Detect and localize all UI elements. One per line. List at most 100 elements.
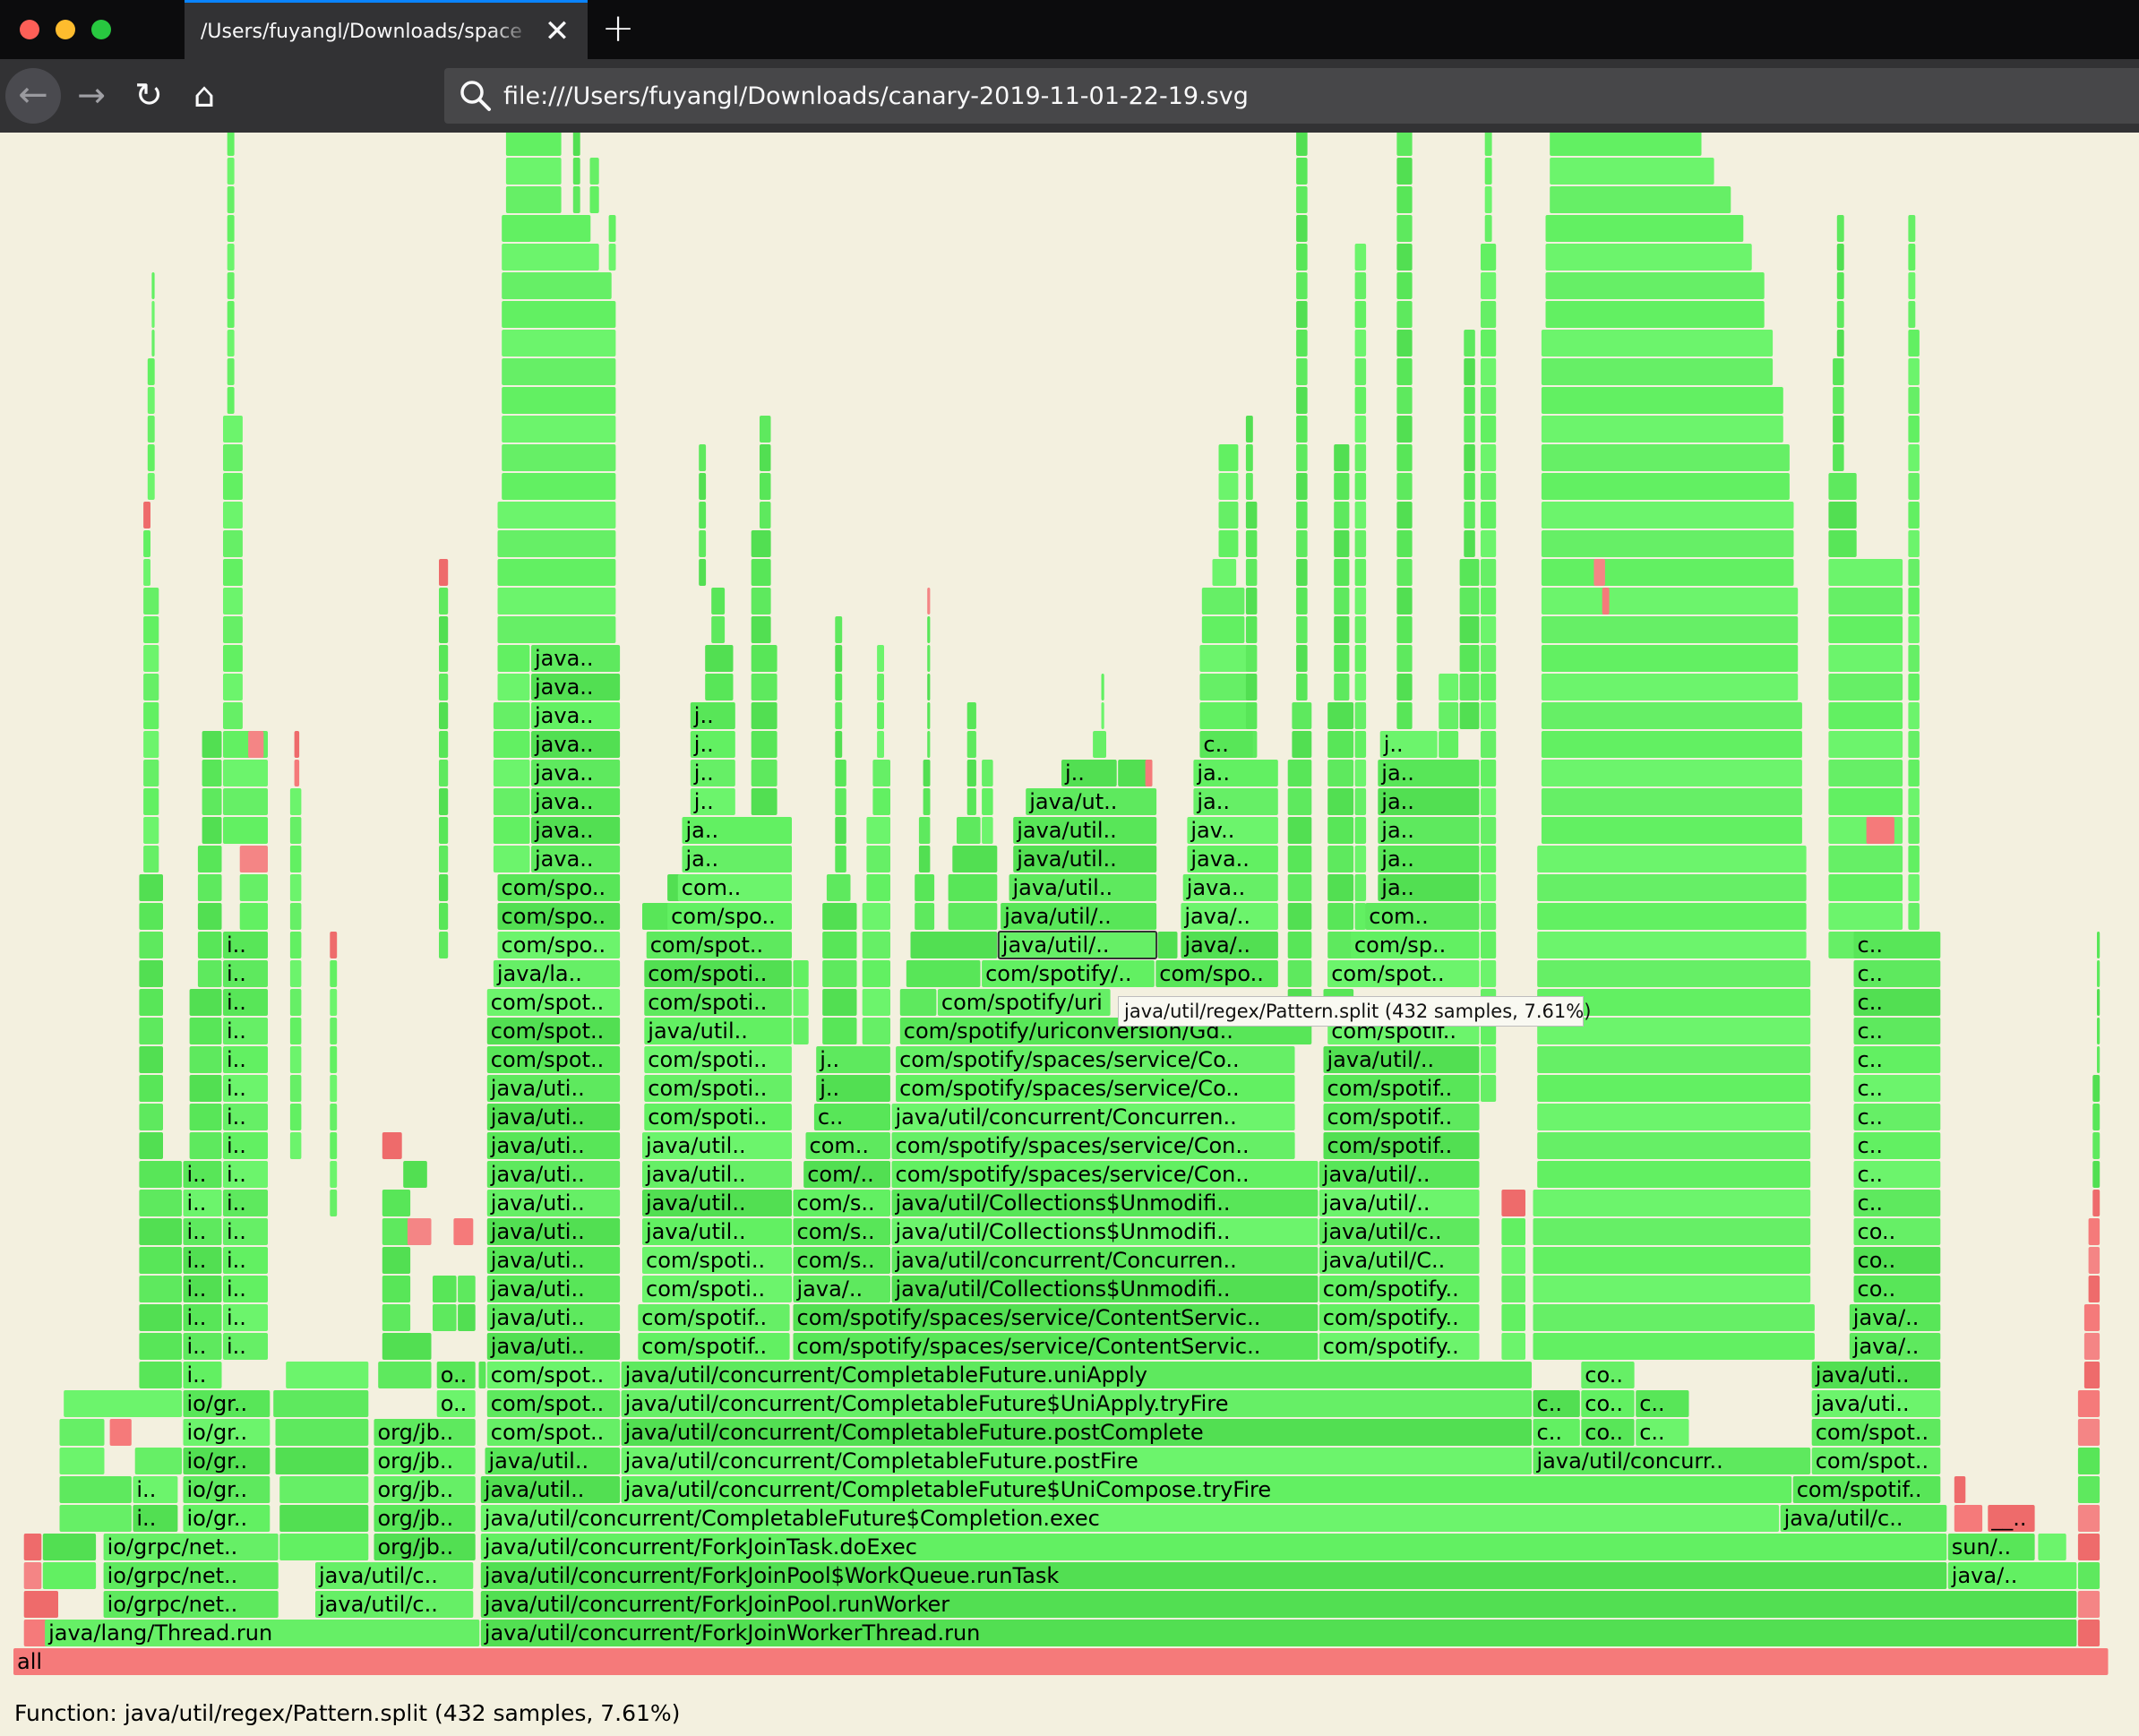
frame-label-64: com/spotif.. — [641, 1305, 768, 1330]
frame-label-130: com/spot.. — [490, 1047, 605, 1072]
forward-arrow-icon[interactable]: → — [66, 70, 116, 120]
frame-label-58: com/spotify/spaces/service/ContentServic… — [796, 1334, 1261, 1359]
frame-label-131: com/spoti.. — [648, 1047, 768, 1072]
frame-label-176: java.. — [535, 818, 594, 843]
frame-label-72: java/.. — [796, 1276, 863, 1302]
frame-label-126: com/spotify/spaces/service/Co.. — [899, 1076, 1240, 1101]
frame-label-134: java/util/.. — [1327, 1047, 1435, 1072]
window-minimize-button[interactable] — [56, 20, 75, 39]
frame-label-65: com/spotify/spaces/service/ContentServic… — [796, 1305, 1261, 1330]
frame-label-163: java/util/.. — [1004, 904, 1112, 929]
frame-label-86: java/uti.. — [490, 1219, 585, 1244]
address-bar[interactable]: file:///Users/fuyangl/Downloads/canary-2… — [444, 68, 2139, 124]
frame-label-17: java/util/concurrent/CompletableFuture$C… — [484, 1506, 1100, 1531]
frame-label-21: io/gr.. — [186, 1477, 248, 1502]
frame-label-153: c.. — [1857, 961, 1883, 986]
frame-label-114: c.. — [1857, 1133, 1883, 1158]
frame-label-81: java/util/concurrent/Concurren.. — [895, 1248, 1237, 1273]
frame-label-172: ja.. — [685, 847, 719, 872]
window-zoom-button[interactable] — [91, 20, 111, 39]
frame-label-80: com/spoti.. — [646, 1248, 766, 1273]
window-close-button[interactable] — [20, 20, 39, 39]
frame-label-108: i.. — [227, 1133, 246, 1158]
frame-label-178: java/util.. — [1017, 818, 1117, 843]
frame-label-155: com/spo.. — [501, 932, 606, 958]
frame-label-132: j.. — [820, 1047, 840, 1072]
frame-label-187: j.. — [693, 761, 714, 786]
frame-label-85: i.. — [227, 1219, 246, 1244]
frame-label-15: io/gr.. — [186, 1506, 248, 1531]
close-icon[interactable]: ✕ — [541, 15, 573, 47]
frame-label-34: com/spot.. — [490, 1420, 605, 1445]
frame-label-186: java.. — [535, 761, 594, 786]
frame-label-53: java/uti.. — [1815, 1362, 1910, 1388]
frame-label-6: io/grpc/net.. — [107, 1563, 238, 1588]
frame-label-43: java/util/concurrent/CompletableFuture$U… — [624, 1391, 1229, 1416]
frame-label-32: io/gr.. — [186, 1420, 248, 1445]
frame-label-39: com/spot.. — [1815, 1420, 1929, 1445]
frame-label-31: com/spot.. — [1815, 1448, 1929, 1474]
frame-label-44: c.. — [1536, 1391, 1562, 1416]
frame-label-78: i.. — [227, 1248, 246, 1273]
reload-icon[interactable]: ↻ — [124, 70, 174, 120]
frame-label-120: com/spotif.. — [1327, 1104, 1453, 1130]
frame-label-63: java/uti.. — [490, 1305, 585, 1330]
frame-label-29: java/util/concurrent/CompletableFuture.p… — [624, 1448, 1138, 1474]
frame-label-175: ja.. — [1381, 847, 1414, 872]
frame-label-116: java/uti.. — [490, 1104, 585, 1130]
frame-label-113: com/spotif.. — [1327, 1133, 1453, 1158]
frame-label-66: com/spotify.. — [1322, 1305, 1459, 1330]
url-text[interactable]: file:///Users/fuyangl/Downloads/canary-2… — [503, 79, 2026, 115]
frame-label-179: jav.. — [1190, 818, 1235, 843]
frame-label-117: com/spoti.. — [648, 1104, 768, 1130]
status-line: Function: java/util/regex/Pattern.split … — [14, 1700, 681, 1726]
frame-label-35: java/util/concurrent/CompletableFuture.p… — [624, 1420, 1204, 1445]
frame-label-3: io/grpc/net.. — [107, 1592, 238, 1617]
frame-label-152: com/spot.. — [1331, 961, 1445, 986]
frame-label-190: ja.. — [1381, 761, 1414, 786]
frame-label-24: java/util/concurrent/CompletableFuture$U… — [624, 1477, 1272, 1502]
frame-label-146: c.. — [1857, 990, 1883, 1015]
frame-label-102: java/uti.. — [490, 1162, 585, 1187]
frame-label-12: java/util/concurrent/ForkJoinTask.doExec — [484, 1534, 917, 1560]
search-icon — [460, 81, 491, 111]
frame-label-69: i.. — [227, 1276, 246, 1302]
frame-label-196: j.. — [693, 703, 714, 728]
tab-active[interactable]: /Users/fuyangl/Downloads/space-canary-20… — [185, 0, 588, 59]
frame-label-93: i.. — [227, 1190, 246, 1216]
frame-label-38: c.. — [1639, 1420, 1665, 1445]
frame-label-180: ja.. — [1381, 818, 1414, 843]
frame-label-14: i.. — [136, 1506, 157, 1531]
frame-label-167: com.. — [681, 875, 742, 900]
frame-label-90: java/util/c.. — [1322, 1219, 1442, 1244]
back-arrow-icon[interactable]: ← — [5, 68, 61, 124]
frame-label-104: com/.. — [807, 1162, 874, 1187]
frame-label-154: i.. — [227, 932, 246, 958]
frame-label-9: java/.. — [1951, 1563, 2018, 1588]
frame-label-7: java/util/c.. — [319, 1563, 438, 1588]
frame-label-161: com/spo.. — [501, 904, 606, 929]
frame-label-151: com/spo.. — [1159, 961, 1264, 986]
frame-label-49: o.. — [440, 1362, 468, 1388]
frame-label-68: i.. — [186, 1276, 207, 1302]
frame-label-92: i.. — [186, 1190, 207, 1216]
home-icon[interactable]: ⌂ — [179, 70, 229, 120]
frame-label-147: i.. — [227, 961, 246, 986]
frame-label-171: java.. — [535, 847, 594, 872]
frame-label-50: com/spot.. — [490, 1362, 605, 1388]
frame-label-18: java/util/c.. — [1783, 1506, 1903, 1531]
tab-title: /Users/fuyangl/Downloads/space-canary-20… — [201, 21, 523, 43]
frame-label-157: java/util/.. — [1001, 932, 1110, 958]
frame-label-87: java/util.. — [646, 1219, 746, 1244]
frame-label-173: java/util.. — [1017, 847, 1117, 872]
frame-label-23: java/util.. — [484, 1477, 585, 1502]
frame-label-174: java.. — [1190, 847, 1250, 872]
frame-label-191: java.. — [535, 732, 594, 757]
frame-label-67: java/.. — [1852, 1305, 1920, 1330]
frame-label-162: com/spo.. — [671, 904, 776, 929]
frame-label-37: co.. — [1585, 1420, 1624, 1445]
frame-label-184: ja.. — [1197, 789, 1231, 814]
frame-label-46: c.. — [1639, 1391, 1665, 1416]
plus-icon[interactable]: + — [598, 9, 638, 48]
frame-label-198: java.. — [535, 646, 594, 671]
